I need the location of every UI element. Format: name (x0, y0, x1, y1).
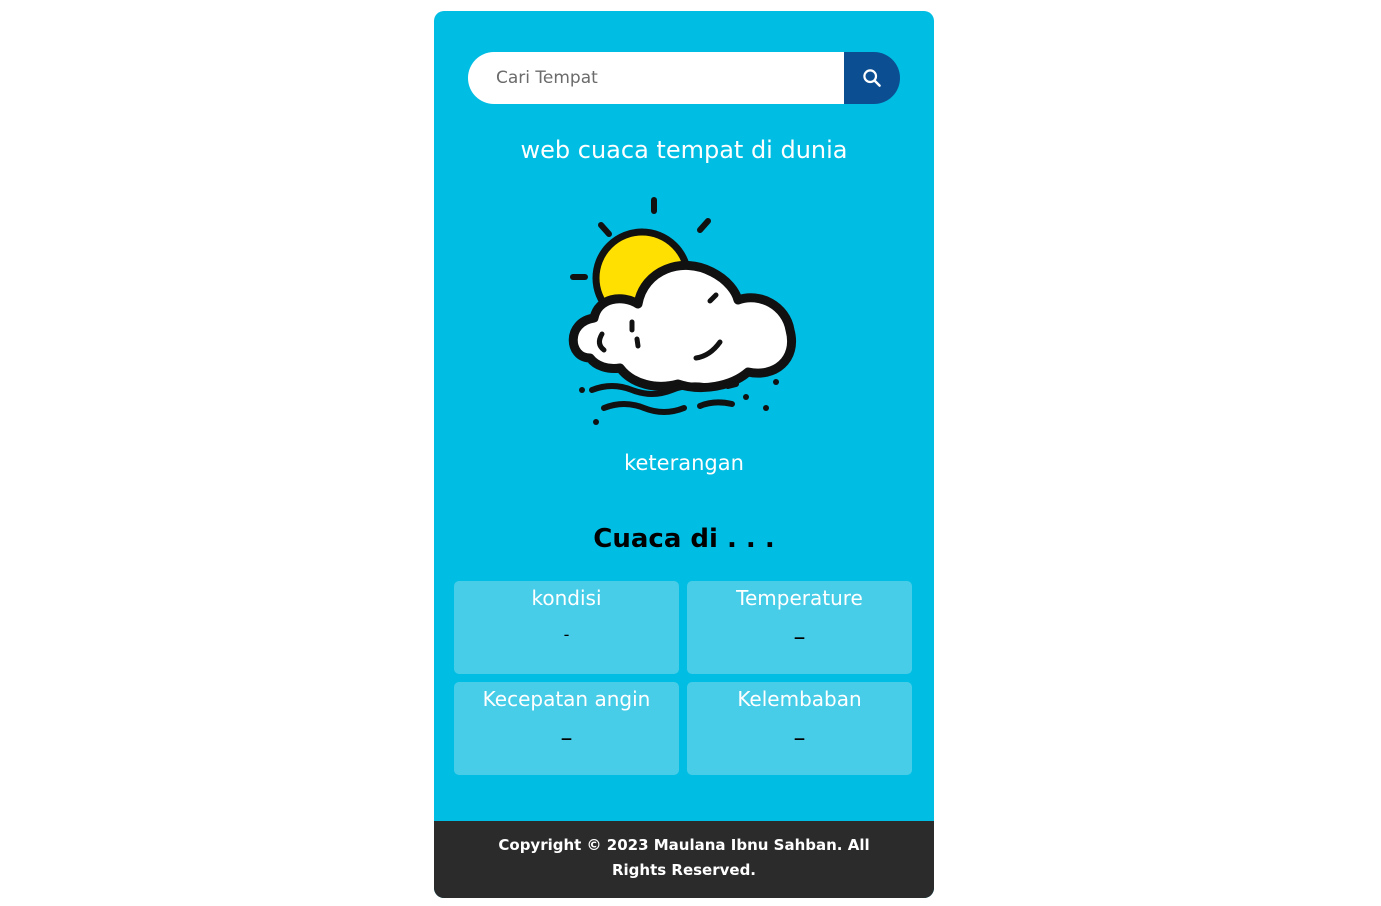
stat-label: Kecepatan angin (482, 687, 651, 711)
stat-label: Temperature (736, 586, 863, 610)
weather-card: web cuaca tempat di dunia (434, 11, 934, 898)
stat-card-condition: kondisi - (454, 581, 679, 674)
stat-value: – (560, 724, 573, 752)
location-title: Cuaca di . . . (593, 524, 775, 554)
stat-label: Kelembaban (737, 687, 862, 711)
search-icon (863, 69, 881, 87)
stat-card-wind-speed: Kecepatan angin – (454, 682, 679, 775)
stat-label: kondisi (531, 586, 602, 610)
footer: Copyright © 2023 Maulana Ibnu Sahban. Al… (434, 821, 934, 898)
page-title: web cuaca tempat di dunia (520, 136, 848, 164)
partly-cloudy-icon (568, 197, 796, 425)
weather-description: keterangan (624, 451, 744, 475)
stat-value: – (793, 724, 806, 752)
search-input[interactable] (468, 52, 844, 104)
stat-card-humidity: Kelembaban – (687, 682, 912, 775)
search-bar (468, 52, 900, 104)
search-button[interactable] (844, 52, 900, 104)
stat-value: - (563, 625, 570, 644)
stat-value: – (793, 623, 806, 651)
stat-card-temperature: Temperature – (687, 581, 912, 674)
copyright-text: Copyright © 2023 Maulana Ibnu Sahban. Al… (498, 836, 870, 879)
